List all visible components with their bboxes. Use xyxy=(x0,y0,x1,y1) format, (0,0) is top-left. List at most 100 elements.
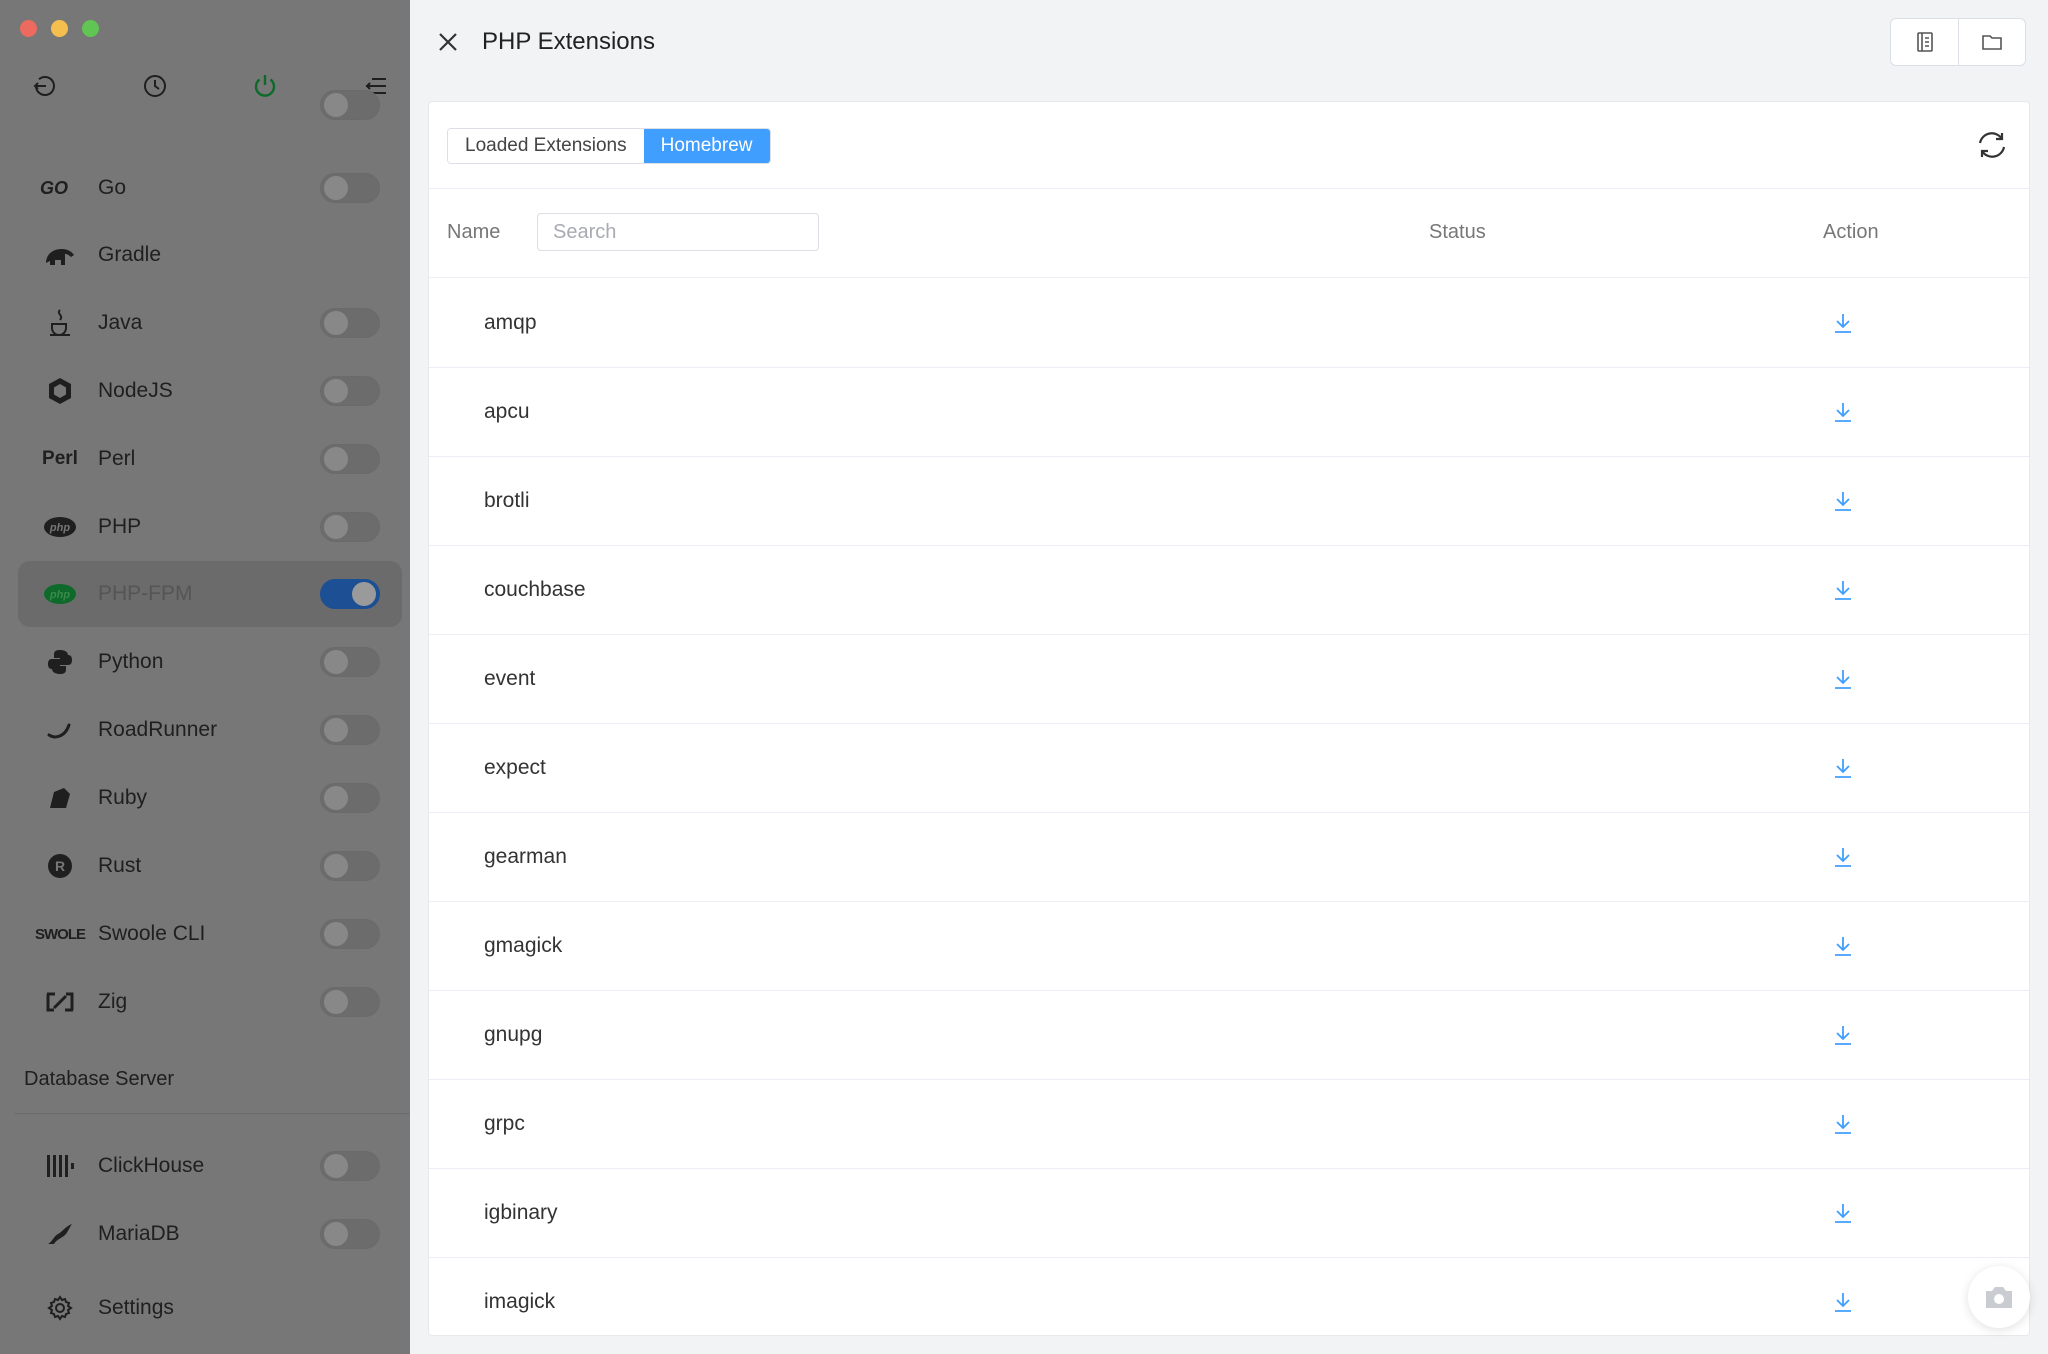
table-row: gnupg xyxy=(429,991,2029,1080)
clickhouse-toggle[interactable] xyxy=(320,1151,380,1181)
roadrunner-toggle[interactable] xyxy=(320,715,380,745)
close-drawer-button[interactable] xyxy=(428,22,468,62)
sidebar-item-label: Rust xyxy=(98,854,142,877)
download-icon[interactable] xyxy=(1829,309,1857,337)
svg-text:GO: GO xyxy=(40,178,68,198)
swoole-cli-toggle[interactable] xyxy=(320,919,380,949)
sidebar-item-roadrunner[interactable]: RoadRunner xyxy=(18,697,402,763)
ruby-icon xyxy=(38,776,82,820)
sidebar-item-zig[interactable]: Zig xyxy=(18,969,402,1035)
download-icon[interactable] xyxy=(1829,932,1857,960)
table-row: amqp xyxy=(429,279,2029,368)
php-extensions-drawer: PHP Extensions Loaded Extensions Homebre… xyxy=(410,0,2048,1354)
sidebar-item-swoole-cli[interactable]: SWOLE Swoole CLI xyxy=(18,901,402,967)
sidebar-item-label: Ruby xyxy=(98,786,148,809)
sidebar-item-php[interactable]: php PHP xyxy=(18,494,402,560)
go-toggle[interactable] xyxy=(320,173,380,203)
php-icon: php xyxy=(38,505,82,549)
sidebar-item-gradle[interactable]: Gradle xyxy=(18,222,402,288)
sidebar-item-label: Swoole CLI xyxy=(98,922,206,945)
download-icon[interactable] xyxy=(1829,754,1857,782)
download-icon[interactable] xyxy=(1829,1110,1857,1138)
sidebar-item-php-fpm[interactable]: php PHP-FPM xyxy=(18,561,402,627)
extension-name: igbinary xyxy=(484,1201,558,1224)
source-tabs: Loaded Extensions Homebrew xyxy=(447,128,771,164)
section-label-database: Database Server xyxy=(24,1068,175,1090)
php-toggle[interactable] xyxy=(320,512,380,542)
download-icon[interactable] xyxy=(1829,398,1857,426)
download-icon[interactable] xyxy=(1829,487,1857,515)
sidebar-item-label: RoadRunner xyxy=(98,718,218,741)
log-button[interactable] xyxy=(1891,19,1958,65)
close-window-button[interactable] xyxy=(20,20,37,37)
table-body: amqp apcu brotli couchbase event expect gearma… xyxy=(429,279,2029,1335)
sidebar-item-label: ClickHouse xyxy=(98,1154,205,1177)
settings-label: Settings xyxy=(98,1296,174,1319)
refresh-button[interactable] xyxy=(1971,124,2013,166)
open-folder-button[interactable] xyxy=(1958,19,2025,65)
clickhouse-icon xyxy=(38,1144,82,1188)
download-icon[interactable] xyxy=(1829,843,1857,871)
php-fpm-toggle[interactable] xyxy=(320,579,380,609)
divider xyxy=(14,1113,410,1114)
download-icon[interactable] xyxy=(1829,1021,1857,1049)
zig-toggle[interactable] xyxy=(320,987,380,1017)
download-icon[interactable] xyxy=(1829,576,1857,604)
sidebar-item-label: PHP-FPM xyxy=(98,582,193,605)
sidebar-item-label: PHP xyxy=(98,515,142,538)
nodejs-toggle[interactable] xyxy=(320,376,380,406)
sidebar-item-java[interactable]: Java xyxy=(18,290,402,356)
extension-name: gnupg xyxy=(484,1023,543,1046)
ruby-toggle[interactable] xyxy=(320,783,380,813)
sidebar-item-settings[interactable]: Settings xyxy=(18,1275,402,1341)
sidebar-item-python[interactable]: Python xyxy=(18,629,402,695)
sidebar-item-rust[interactable]: R Rust xyxy=(18,833,402,899)
sidebar-item-go[interactable]: GO Go xyxy=(18,155,402,221)
sidebar-item-ruby[interactable]: Ruby xyxy=(18,765,402,831)
mariadb-seal-icon xyxy=(38,1212,82,1256)
php-icon: php xyxy=(38,572,82,616)
toggle-switch[interactable] xyxy=(320,90,380,120)
extension-name: gearman xyxy=(484,845,567,868)
tab-homebrew[interactable]: Homebrew xyxy=(643,129,770,163)
sidebar-item-clickhouse[interactable]: ClickHouse xyxy=(18,1133,402,1199)
download-icon[interactable] xyxy=(1829,1288,1857,1316)
svg-text:php: php xyxy=(49,522,70,534)
column-header-action: Action xyxy=(1823,221,1879,243)
tab-loaded-extensions[interactable]: Loaded Extensions xyxy=(448,129,644,163)
download-icon[interactable] xyxy=(1829,665,1857,693)
sidebar-item-label: Python xyxy=(98,650,164,673)
table-row: expect xyxy=(429,724,2029,813)
zig-icon xyxy=(38,980,82,1024)
perl-toggle[interactable] xyxy=(320,444,380,474)
column-header-name: Name xyxy=(447,221,501,243)
sidebar-item-nodejs[interactable]: NodeJS xyxy=(18,358,402,424)
drawer-title: PHP Extensions xyxy=(482,28,655,55)
screenshot-button[interactable] xyxy=(1968,1266,2030,1328)
header-button-group xyxy=(1890,18,2026,66)
mariadb-toggle[interactable] xyxy=(320,1219,380,1249)
extension-name: grpc xyxy=(484,1112,525,1135)
sidebar-item-partial[interactable] xyxy=(18,90,402,132)
extension-name: expect xyxy=(484,756,546,779)
java-toggle[interactable] xyxy=(320,308,380,338)
rust-icon: R xyxy=(38,844,82,888)
sidebar-item-perl[interactable]: Perl Perl xyxy=(18,426,402,492)
drawer-header: PHP Extensions xyxy=(410,0,2048,82)
search-input[interactable] xyxy=(537,213,819,251)
table-row: gmagick xyxy=(429,902,2029,991)
nodejs-hexagon-icon xyxy=(38,369,82,413)
download-icon[interactable] xyxy=(1829,1199,1857,1227)
zoom-window-button[interactable] xyxy=(82,20,99,37)
roadrunner-icon xyxy=(38,708,82,752)
python-toggle[interactable] xyxy=(320,647,380,677)
minimize-window-button[interactable] xyxy=(51,20,68,37)
sidebar-item-mariadb[interactable]: MariaDB xyxy=(18,1201,402,1267)
extension-name: event xyxy=(484,667,536,690)
rust-toggle[interactable] xyxy=(320,851,380,881)
swoole-icon: SWOLE xyxy=(35,925,86,943)
gradle-elephant-icon xyxy=(38,233,82,277)
table-row: imagick xyxy=(429,1258,2029,1335)
extension-name: apcu xyxy=(484,400,530,423)
close-icon xyxy=(439,33,457,51)
